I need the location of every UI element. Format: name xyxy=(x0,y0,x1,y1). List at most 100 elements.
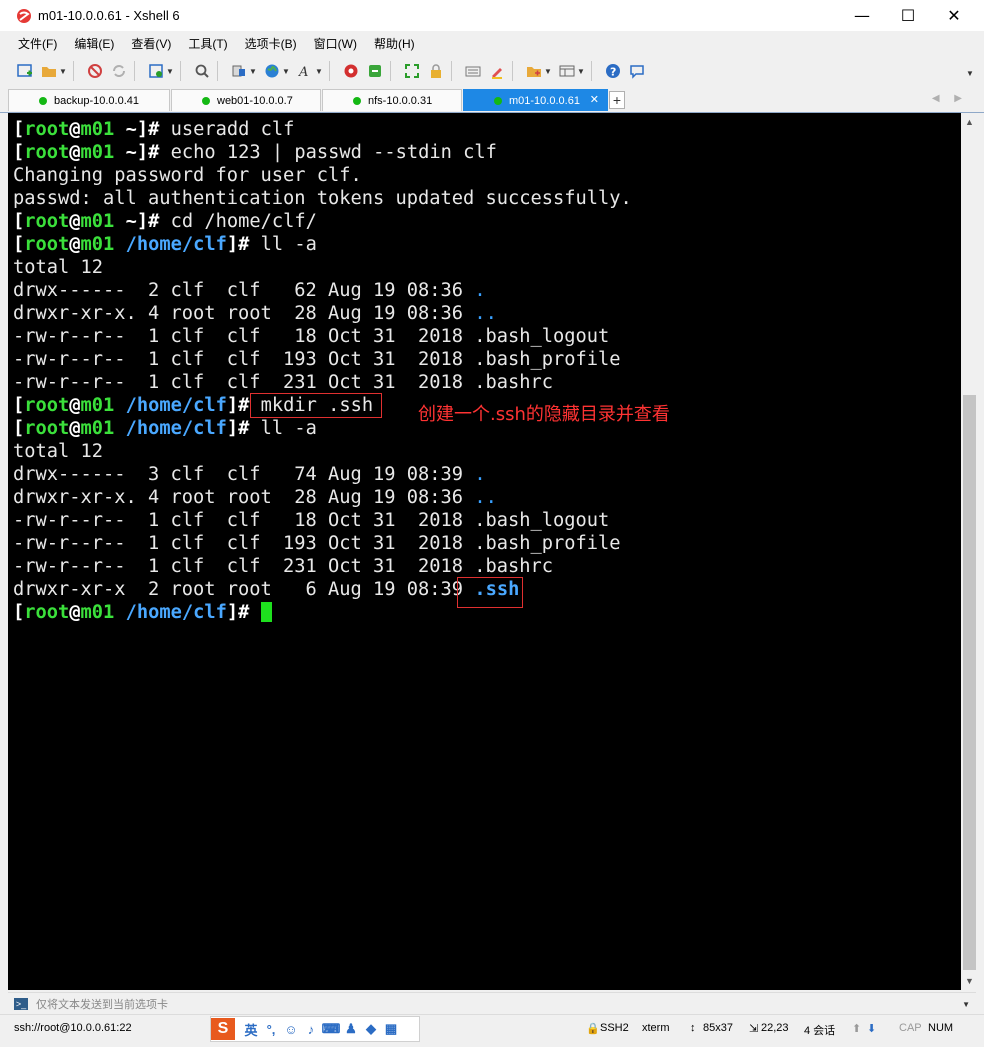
ime-language-toggle[interactable]: 英 xyxy=(241,1020,261,1039)
chevron-down-icon[interactable]: ▼ xyxy=(962,1000,970,1009)
terminal-line: drwxr-xr-x. 4 root root 28 Aug 19 08:36 … xyxy=(13,303,497,324)
tab-scroll-arrows-icon[interactable]: ◀ ▶ xyxy=(932,93,968,104)
sogou-logo[interactable]: S xyxy=(211,1018,235,1040)
tab-m01[interactable]: m01-10.0.0.61 ✕ xyxy=(463,89,608,111)
soft-keyboard-icon[interactable]: ⌨ xyxy=(321,1021,341,1037)
chat-icon[interactable] xyxy=(628,62,646,80)
maximize-button[interactable]: ☐ xyxy=(885,0,931,31)
properties-icon[interactable] xyxy=(147,62,165,80)
voice-input-icon[interactable]: ♪ xyxy=(301,1022,321,1037)
chevron-down-icon[interactable]: ▼ xyxy=(166,67,174,76)
toolbar-divider xyxy=(390,61,391,81)
user-icon[interactable]: ♟ xyxy=(341,1021,361,1037)
svg-text:A: A xyxy=(298,65,308,79)
chevron-down-icon[interactable]: ▼ xyxy=(282,67,290,76)
toolbar-divider xyxy=(591,61,592,81)
chevron-down-icon[interactable]: ▼ xyxy=(315,67,323,76)
punctuation-icon[interactable]: °, xyxy=(261,1022,281,1037)
emoji-icon[interactable]: ☺ xyxy=(281,1022,301,1037)
xftp-icon[interactable] xyxy=(342,62,360,80)
compose-bar[interactable]: >_ 仅将文本发送到当前选项卡 ▼ xyxy=(8,992,976,1015)
compose-prompt-icon: >_ xyxy=(14,998,28,1010)
connected-status-icon xyxy=(353,96,361,105)
resize-icon: ↕ xyxy=(690,1022,696,1034)
new-folder-icon[interactable] xyxy=(525,62,543,80)
xshell-window: m01-10.0.0.61 - Xshell 6 — ☐ ✕ 文件(F) 编辑(… xyxy=(0,0,984,1047)
highlight-icon[interactable] xyxy=(488,62,506,80)
menu-help[interactable]: 帮助(H) xyxy=(364,35,422,52)
globe-icon[interactable] xyxy=(263,62,281,80)
minimize-button[interactable]: — xyxy=(839,0,885,31)
ssh-dir-highlight-box xyxy=(457,577,523,608)
download-arrow-icon: ⬇ xyxy=(867,1023,877,1035)
title-bar: m01-10.0.0.61 - Xshell 6 — ☐ ✕ xyxy=(0,0,984,31)
compose-input[interactable]: 仅将文本发送到当前选项卡 xyxy=(36,996,168,1012)
toolbox-icon[interactable]: ▦ xyxy=(381,1021,401,1037)
scroll-down-icon[interactable]: ▼ xyxy=(965,976,974,986)
reconnect-icon[interactable] xyxy=(110,62,128,80)
tab-label: backup-10.0.0.41 xyxy=(54,94,140,107)
terminal-line: -rw-r--r-- 1 clf clf 18 Oct 31 2018 .bas… xyxy=(13,326,610,347)
scroll-up-icon[interactable]: ▲ xyxy=(965,117,974,127)
svg-text:?: ? xyxy=(610,66,616,79)
menu-tools[interactable]: 工具(T) xyxy=(178,35,234,52)
fullscreen-icon[interactable] xyxy=(403,62,421,80)
tab-close-icon[interactable]: ✕ xyxy=(590,93,599,106)
menu-bar: 文件(F) 编辑(E) 查看(V) 工具(T) 选项卡(B) 窗口(W) 帮助(… xyxy=(0,31,984,55)
terminal-line: total 12 xyxy=(13,257,104,278)
chevron-down-icon[interactable]: ▼ xyxy=(59,67,67,76)
find-icon[interactable] xyxy=(193,62,211,80)
terminal-line: -rw-r--r-- 1 clf clf 231 Oct 31 2018 .ba… xyxy=(13,372,554,393)
toolbar-overflow-icon[interactable]: ▼ xyxy=(966,69,974,78)
toolbar-divider xyxy=(451,61,452,81)
skin-icon[interactable]: ◆ xyxy=(361,1021,381,1037)
chevron-down-icon[interactable]: ▼ xyxy=(249,67,257,76)
lock-icon[interactable] xyxy=(427,62,445,80)
terminal-type-status: xterm xyxy=(642,1022,670,1034)
toolbar-divider xyxy=(217,61,218,81)
terminal-line: passwd: all authentication tokens update… xyxy=(13,188,632,209)
font-icon[interactable]: A xyxy=(296,62,314,80)
layout-icon[interactable] xyxy=(230,62,248,80)
disconnect-icon[interactable] xyxy=(86,62,104,80)
menu-window[interactable]: 窗口(W) xyxy=(304,35,364,52)
tab-label: web01-10.0.0.7 xyxy=(217,94,293,107)
transfer-icon[interactable] xyxy=(366,62,384,80)
new-session-icon[interactable] xyxy=(16,62,34,80)
mkdir-highlight-box xyxy=(250,393,382,418)
tab-nfs[interactable]: nfs-10.0.0.31 xyxy=(322,89,462,111)
menu-file[interactable]: 文件(F) xyxy=(0,35,64,52)
status-bar: ssh://root@10.0.0.61:22 🔒 SSH2 xterm ↕ 8… xyxy=(0,1014,984,1043)
caps-lock-status: CAP xyxy=(899,1022,922,1034)
help-icon[interactable]: ? xyxy=(604,62,622,80)
menu-view[interactable]: 查看(V) xyxy=(121,35,178,52)
ime-toolbar[interactable]: S 英 °, ☺ ♪ ⌨ ♟ ◆ ▦ xyxy=(210,1016,420,1042)
keyboard-icon[interactable] xyxy=(464,62,482,80)
terminal-scrollbar[interactable]: ▲ ▼ xyxy=(961,113,978,990)
toolbar-divider xyxy=(180,61,181,81)
toolbar-divider xyxy=(329,61,330,81)
new-tab-button[interactable]: + xyxy=(609,91,625,109)
close-button[interactable]: ✕ xyxy=(931,0,977,31)
tab-web01[interactable]: web01-10.0.0.7 xyxy=(171,89,321,111)
cursor-position-status: 22,23 xyxy=(761,1022,789,1034)
terminal-line: [root@m01 ~]# echo 123 | passwd --stdin … xyxy=(13,142,497,163)
chevron-down-icon[interactable]: ▼ xyxy=(544,67,552,76)
tab-backup[interactable]: backup-10.0.0.41 xyxy=(8,89,170,111)
terminal-line: [root@m01 ~]# useradd clf xyxy=(13,119,295,140)
terminal-line: [root@m01 /home/clf]# ll -a xyxy=(13,234,317,255)
terminal-line: -rw-r--r-- 1 clf clf 231 Oct 31 2018 .ba… xyxy=(13,556,554,577)
terminal-area[interactable]: [root@m01 ~]# useradd clf [root@m01 ~]# … xyxy=(8,113,961,990)
terminal-line: [root@m01 ~]# cd /home/clf/ xyxy=(13,211,317,232)
tab-label: m01-10.0.0.61 xyxy=(509,94,580,107)
menu-tabs[interactable]: 选项卡(B) xyxy=(235,35,304,52)
window-layout-icon[interactable] xyxy=(558,62,576,80)
terminal-line: drwxr-xr-x. 4 root root 28 Aug 19 08:36 … xyxy=(13,487,497,508)
scrollbar-thumb[interactable] xyxy=(963,395,976,970)
menu-edit[interactable]: 编辑(E) xyxy=(64,35,121,52)
window-title: m01-10.0.0.61 - Xshell 6 xyxy=(38,8,180,23)
chevron-down-icon[interactable]: ▼ xyxy=(577,67,585,76)
connection-status: ssh://root@10.0.0.61:22 xyxy=(14,1022,132,1034)
open-folder-icon[interactable] xyxy=(40,62,58,80)
tab-label: nfs-10.0.0.31 xyxy=(368,94,433,107)
